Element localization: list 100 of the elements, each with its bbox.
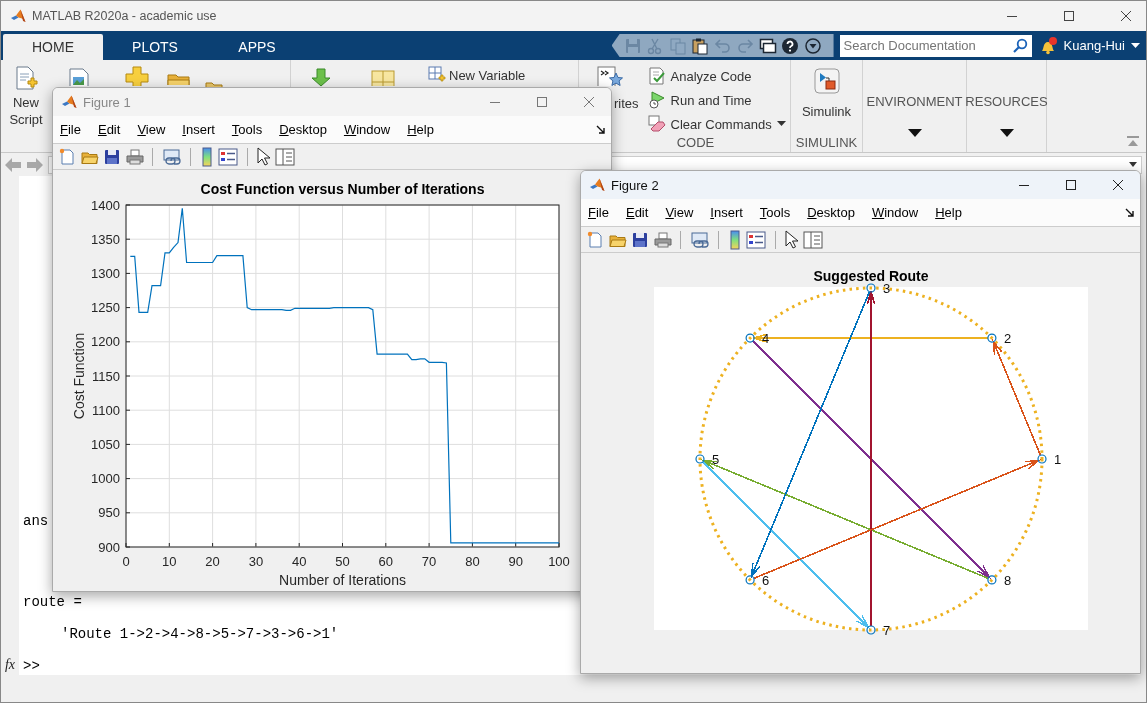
new-file-icon[interactable] xyxy=(586,230,604,249)
resources-menu[interactable]: RESOURCES xyxy=(967,60,1046,137)
help-icon[interactable] xyxy=(781,36,800,55)
colorbar-icon[interactable] xyxy=(199,146,214,167)
tick-label: 1150 xyxy=(92,368,120,384)
ribbon-tab[interactable]: PLOTS xyxy=(105,34,205,60)
command-output: ans xyxy=(23,513,49,529)
tick-label: 80 xyxy=(465,554,480,569)
save-icon[interactable] xyxy=(631,230,649,249)
menu-item[interactable]: View xyxy=(665,205,694,220)
user-menu[interactable]: Kuang-Hui xyxy=(1063,38,1140,53)
node-marker xyxy=(1037,454,1047,464)
menu-item[interactable]: Window xyxy=(343,122,391,137)
play-clock-icon xyxy=(647,91,666,109)
window-title: Figure 2 xyxy=(611,177,659,193)
close-icon[interactable] xyxy=(1112,179,1124,191)
menu-item[interactable]: View xyxy=(137,122,166,137)
windows-icon[interactable] xyxy=(758,36,777,55)
tick-label: 10 xyxy=(162,554,177,569)
new-variable-button[interactable]: New Variable xyxy=(428,66,526,84)
menu-item[interactable]: File xyxy=(60,122,81,137)
pointer-icon[interactable] xyxy=(784,229,798,250)
back-arrow-icon[interactable] xyxy=(4,156,22,173)
simulink-button[interactable]: Simulink xyxy=(796,68,857,120)
caret-icon xyxy=(907,129,922,137)
node-marker xyxy=(695,454,705,464)
caret-icon xyxy=(1129,162,1137,167)
menu-item[interactable]: Edit xyxy=(625,205,649,220)
tick-label: 0 xyxy=(122,554,130,569)
menu-item[interactable]: Help xyxy=(407,122,434,137)
save-icon[interactable] xyxy=(103,147,121,166)
forward-arrow-icon[interactable] xyxy=(26,156,44,173)
image-document-icon[interactable] xyxy=(67,68,91,86)
dock-arrow-icon[interactable] xyxy=(596,124,606,135)
section-label: SIMULINK xyxy=(795,136,858,152)
linked-plot-icon[interactable] xyxy=(161,147,182,166)
tick-label: 1200 xyxy=(91,334,120,350)
menu-item[interactable]: Tools xyxy=(759,205,791,220)
maximize-icon[interactable] xyxy=(1065,179,1077,191)
ribbon-command[interactable]: Clear Commands xyxy=(647,112,786,136)
menu-item[interactable]: Insert xyxy=(182,122,215,137)
menu-item[interactable]: Desktop xyxy=(279,122,327,137)
plus-icon[interactable] xyxy=(125,66,149,86)
menu-item[interactable]: Desktop xyxy=(807,205,855,220)
tick-label: 30 xyxy=(248,554,264,569)
legend-icon[interactable] xyxy=(218,147,238,166)
node-marker xyxy=(745,575,755,585)
clipboard-icon[interactable] xyxy=(691,36,710,55)
ribbon-tab[interactable]: APPS xyxy=(207,34,307,60)
favorites-button[interactable]: rites xyxy=(614,96,639,111)
close-icon[interactable] xyxy=(1120,10,1132,22)
collapse-ribbon-icon[interactable] xyxy=(1126,136,1140,148)
printer-icon[interactable] xyxy=(653,230,672,249)
menu-item[interactable]: Help xyxy=(935,205,962,220)
tick-label: 1300 xyxy=(91,265,120,281)
table-plus-icon xyxy=(428,66,446,84)
search-field[interactable]: Search Documentation xyxy=(839,34,1032,57)
colorbar-icon[interactable] xyxy=(727,229,742,250)
ribbon-command[interactable]: Run and Time xyxy=(647,88,786,112)
simulink-icon xyxy=(813,68,840,94)
tick-label: 1400 xyxy=(91,197,120,213)
caret-icon xyxy=(999,129,1014,137)
new-file-icon[interactable] xyxy=(58,147,76,166)
ribbon-command[interactable]: Analyze Code xyxy=(647,64,786,88)
caret-icon xyxy=(776,121,786,127)
legend-icon[interactable] xyxy=(746,230,766,249)
download-arrow-icon[interactable] xyxy=(309,68,333,87)
caret-icon xyxy=(1131,42,1140,49)
menu-item[interactable]: File xyxy=(588,205,609,220)
command-output: route = xyxy=(23,594,82,610)
window-title: MATLAB R2020a - academic use xyxy=(32,9,217,23)
dropdown-icon[interactable] xyxy=(803,36,822,55)
new-script-button[interactable]: New Script xyxy=(4,66,48,128)
function-hint[interactable]: fx xyxy=(4,657,16,673)
node-label: 3 xyxy=(883,281,891,296)
tick-label: 900 xyxy=(98,539,120,555)
maximize-icon[interactable] xyxy=(1063,10,1075,22)
matlab-logo-icon xyxy=(589,177,605,193)
node-label: 6 xyxy=(762,572,770,588)
favorites-icon[interactable] xyxy=(597,66,623,86)
tick-label: 1250 xyxy=(91,300,120,316)
menu-item[interactable]: Insert xyxy=(710,205,743,220)
printer-icon[interactable] xyxy=(125,147,144,166)
pointer-icon[interactable] xyxy=(256,146,270,167)
dock-arrow-icon[interactable] xyxy=(1125,207,1135,218)
tick-label: 1100 xyxy=(92,402,120,418)
command-prompt[interactable]: >> xyxy=(23,658,40,674)
tick-label: 1050 xyxy=(91,436,120,452)
tick-label: 90 xyxy=(508,554,523,569)
node-marker xyxy=(866,625,876,635)
node-marker xyxy=(866,283,876,293)
linked-plot-icon[interactable] xyxy=(689,230,710,249)
command-output: 'Route 1->2->4->8->5->7->3->6->1' xyxy=(60,626,339,642)
menu-item[interactable]: Edit xyxy=(97,122,121,137)
tick-label: 20 xyxy=(205,554,220,569)
ribbon-tab[interactable]: HOME xyxy=(3,34,103,60)
environment-menu[interactable]: ENVIRONMENT xyxy=(863,60,966,137)
menu-item[interactable]: Tools xyxy=(231,122,263,137)
menu-item[interactable]: Window xyxy=(871,205,919,220)
node-label: 2 xyxy=(1003,331,1012,347)
